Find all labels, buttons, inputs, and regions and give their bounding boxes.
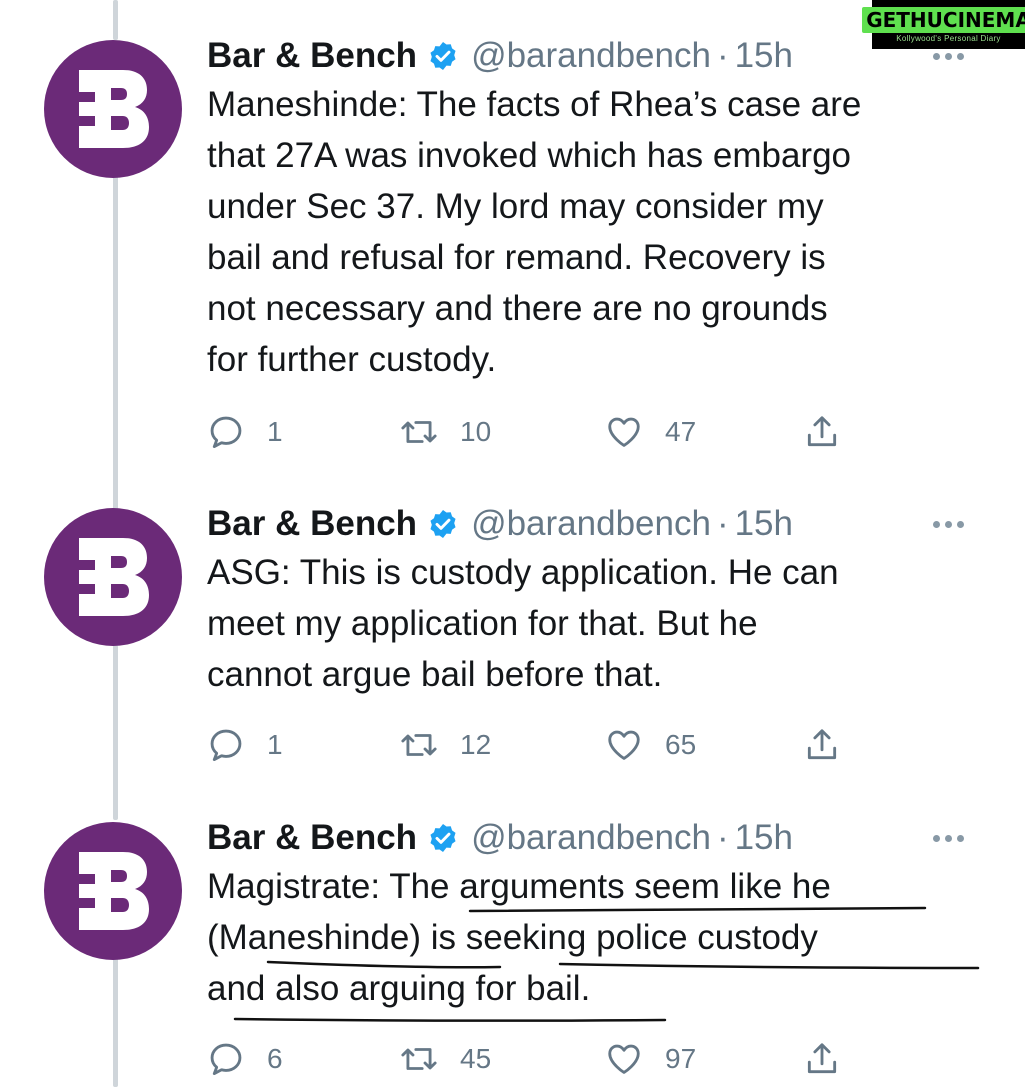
tweet-header: Bar & Bench @barandbench · 15h	[207, 32, 793, 80]
author-handle[interactable]: @barandbench	[471, 504, 711, 544]
watermark-tagline: Kollywood's Personal Diary	[896, 33, 1001, 43]
share-icon	[807, 1043, 837, 1074]
tweet-actions: 1 10 47	[207, 407, 847, 457]
tweet-header: Bar & Bench @barandbench · 15h	[207, 814, 793, 862]
author-name[interactable]: Bar & Bench	[207, 36, 417, 76]
tweet-header: Bar & Bench @barandbench · 15h	[207, 500, 793, 548]
author-name[interactable]: Bar & Bench	[207, 504, 417, 544]
separator: ·	[716, 504, 729, 543]
share-button[interactable]	[803, 720, 841, 770]
timestamp[interactable]: 15h	[735, 36, 793, 76]
author-name[interactable]: Bar & Bench	[207, 818, 417, 858]
author-handle[interactable]: @barandbench	[471, 818, 711, 858]
timestamp[interactable]: 15h	[735, 818, 793, 858]
separator: ·	[716, 818, 729, 857]
thread-line	[113, 645, 118, 820]
reply-icon	[210, 1043, 242, 1075]
verified-badge-icon	[430, 42, 456, 70]
tweet-actions: 1 12 65	[207, 720, 847, 770]
like-count: 97	[665, 1043, 697, 1074]
reply-button[interactable]: 1	[207, 720, 283, 770]
heart-icon	[608, 417, 640, 447]
watermark-logo: GETHUCINEMA Kollywood's Personal Diary	[862, 0, 1025, 49]
retweet-icon	[401, 421, 437, 443]
retweet-count: 10	[460, 416, 492, 447]
like-button[interactable]: 97	[605, 1034, 696, 1084]
bar-and-bench-logo-icon	[79, 538, 149, 616]
bar-and-bench-logo-icon	[79, 70, 149, 148]
author-handle[interactable]: @barandbench	[471, 36, 711, 76]
share-icon	[807, 729, 837, 760]
retweet-button[interactable]: 45	[400, 1034, 491, 1084]
reply-icon	[210, 416, 242, 448]
reply-count: 1	[267, 729, 283, 760]
watermark-brand: GETHUCINEMA	[862, 6, 1025, 33]
verified-badge-icon	[430, 824, 456, 852]
thread-line	[113, 955, 118, 1087]
tweet-actions: 6 45 97	[207, 1034, 847, 1084]
retweet-count: 12	[460, 729, 492, 760]
timestamp[interactable]: 15h	[735, 504, 793, 544]
retweet-button[interactable]: 12	[400, 720, 491, 770]
more-options-icon[interactable]	[933, 500, 964, 548]
like-button[interactable]: 65	[605, 720, 696, 770]
reply-button[interactable]: 6	[207, 1034, 283, 1084]
retweet-icon	[401, 734, 437, 756]
bar-and-bench-logo-icon	[79, 852, 149, 930]
retweet-icon	[401, 1048, 437, 1070]
retweet-button[interactable]: 10	[400, 407, 491, 457]
reply-icon	[210, 729, 242, 761]
thread-line	[113, 0, 118, 40]
avatar[interactable]	[44, 508, 182, 646]
reply-count: 1	[267, 416, 283, 447]
share-button[interactable]	[803, 407, 841, 457]
like-count: 65	[665, 729, 697, 760]
tweet-text: Magistrate: The arguments seem like he (…	[207, 867, 831, 1008]
heart-icon	[608, 730, 640, 760]
tweet-text: Maneshinde: The facts of Rhea’s case are…	[207, 85, 862, 379]
thread-line	[113, 175, 118, 510]
reply-count: 6	[267, 1043, 283, 1074]
share-button[interactable]	[803, 1034, 841, 1084]
reply-button[interactable]: 1	[207, 407, 283, 457]
like-button[interactable]: 47	[605, 407, 696, 457]
avatar[interactable]	[44, 40, 182, 178]
like-count: 47	[665, 416, 697, 447]
tweet-text: ASG: This is custody application. He can…	[207, 553, 839, 694]
heart-icon	[608, 1044, 640, 1074]
separator: ·	[716, 36, 729, 75]
more-options-icon[interactable]	[933, 814, 964, 862]
avatar[interactable]	[44, 822, 182, 960]
share-icon	[807, 416, 837, 447]
verified-badge-icon	[430, 510, 456, 538]
retweet-count: 45	[460, 1043, 492, 1074]
